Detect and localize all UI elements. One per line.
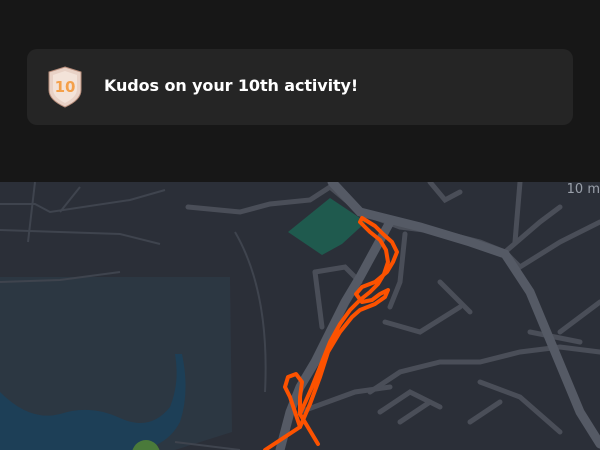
- kudos-message: Kudos on your 10th activity!: [104, 76, 359, 95]
- activity-screen: 10 Kudos on your 10th activity! 10 m: [0, 0, 600, 450]
- milestone-badge-icon: 10: [48, 66, 82, 108]
- activity-map[interactable]: 10 m: [0, 182, 600, 450]
- kudos-notification[interactable]: 10 Kudos on your 10th activity!: [27, 49, 573, 125]
- map-scale-label: 10 m: [566, 182, 600, 197]
- header-area: 10 Kudos on your 10th activity!: [0, 0, 600, 182]
- badge-number: 10: [55, 78, 76, 96]
- map-canvas: [0, 182, 600, 450]
